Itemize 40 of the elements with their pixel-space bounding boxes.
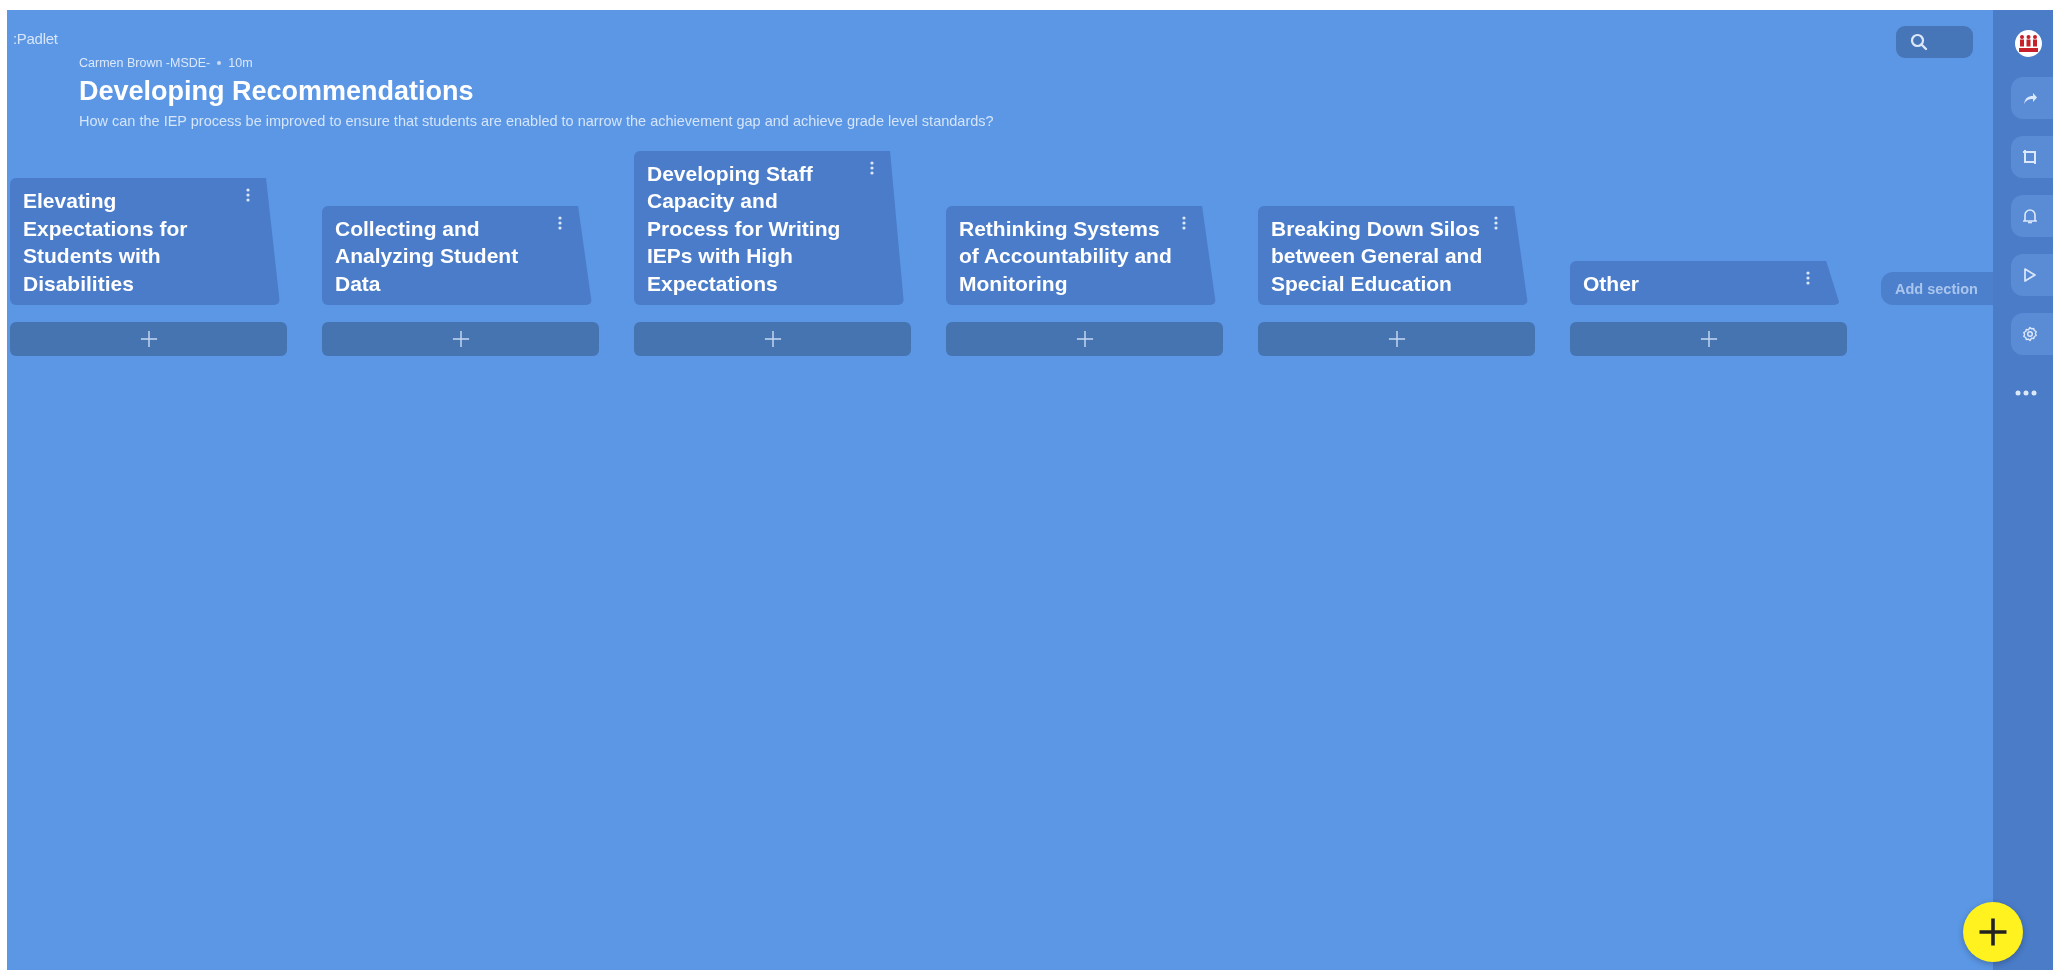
plus-icon bbox=[1387, 330, 1406, 348]
separator-dot bbox=[217, 61, 222, 65]
frame-icon bbox=[2022, 149, 2038, 165]
brand-logo[interactable]: :Padlet bbox=[13, 30, 58, 47]
plus-icon bbox=[451, 330, 470, 348]
plus-icon bbox=[1699, 330, 1718, 348]
kebab-icon[interactable] bbox=[1182, 215, 1186, 230]
bell-icon bbox=[2023, 208, 2037, 224]
avatar[interactable] bbox=[2015, 30, 2042, 57]
add-section-button[interactable]: Add section bbox=[1881, 272, 1993, 305]
section-title: Developing Staff Capacity and Process for Writing IEPs with High Expectations bbox=[647, 161, 841, 295]
section-title: Collecting and Analyzing Student Data bbox=[335, 216, 519, 295]
author-name: Carmen Brown -MSDE- bbox=[79, 56, 211, 70]
plus-icon bbox=[139, 330, 158, 348]
kebab-icon[interactable] bbox=[870, 160, 874, 175]
search-icon bbox=[1910, 33, 1928, 51]
board-description: How can the IEP process be improved to ensure that students are enabled to narrow the achievement gap and achieve grade level standards? bbox=[79, 113, 995, 129]
section-title: Elevating Expectations for Students with Disabilities bbox=[23, 189, 188, 295]
remake-button[interactable] bbox=[2011, 136, 2053, 178]
section-title: Rethinking Systems of Accountability and Monitoring bbox=[959, 216, 1172, 295]
notifications-button[interactable] bbox=[2011, 195, 2053, 237]
section-title: Breaking Down Silos between General and Special Education bbox=[1271, 216, 1483, 295]
settings-button[interactable] bbox=[2011, 313, 2053, 355]
play-icon bbox=[2023, 267, 2037, 283]
settings-icon bbox=[2022, 326, 2038, 342]
kebab-icon[interactable] bbox=[558, 215, 562, 230]
kebab-icon[interactable] bbox=[1494, 215, 1498, 230]
kebab-icon[interactable] bbox=[246, 188, 250, 202]
section-title: Other bbox=[1583, 271, 1639, 295]
plus-icon bbox=[763, 330, 782, 348]
more-icon[interactable] bbox=[2015, 390, 2037, 396]
slideshow-button[interactable] bbox=[2011, 254, 2053, 296]
board-title: Developing Recommendations bbox=[79, 76, 475, 107]
kebab-icon[interactable] bbox=[1806, 270, 1810, 285]
search-button[interactable] bbox=[1896, 26, 1973, 58]
share-icon bbox=[2022, 91, 2038, 105]
plus-icon bbox=[1978, 917, 2008, 947]
share-button[interactable] bbox=[2011, 77, 2053, 119]
plus-icon bbox=[1075, 330, 1094, 348]
post-time: 10m bbox=[228, 56, 253, 70]
